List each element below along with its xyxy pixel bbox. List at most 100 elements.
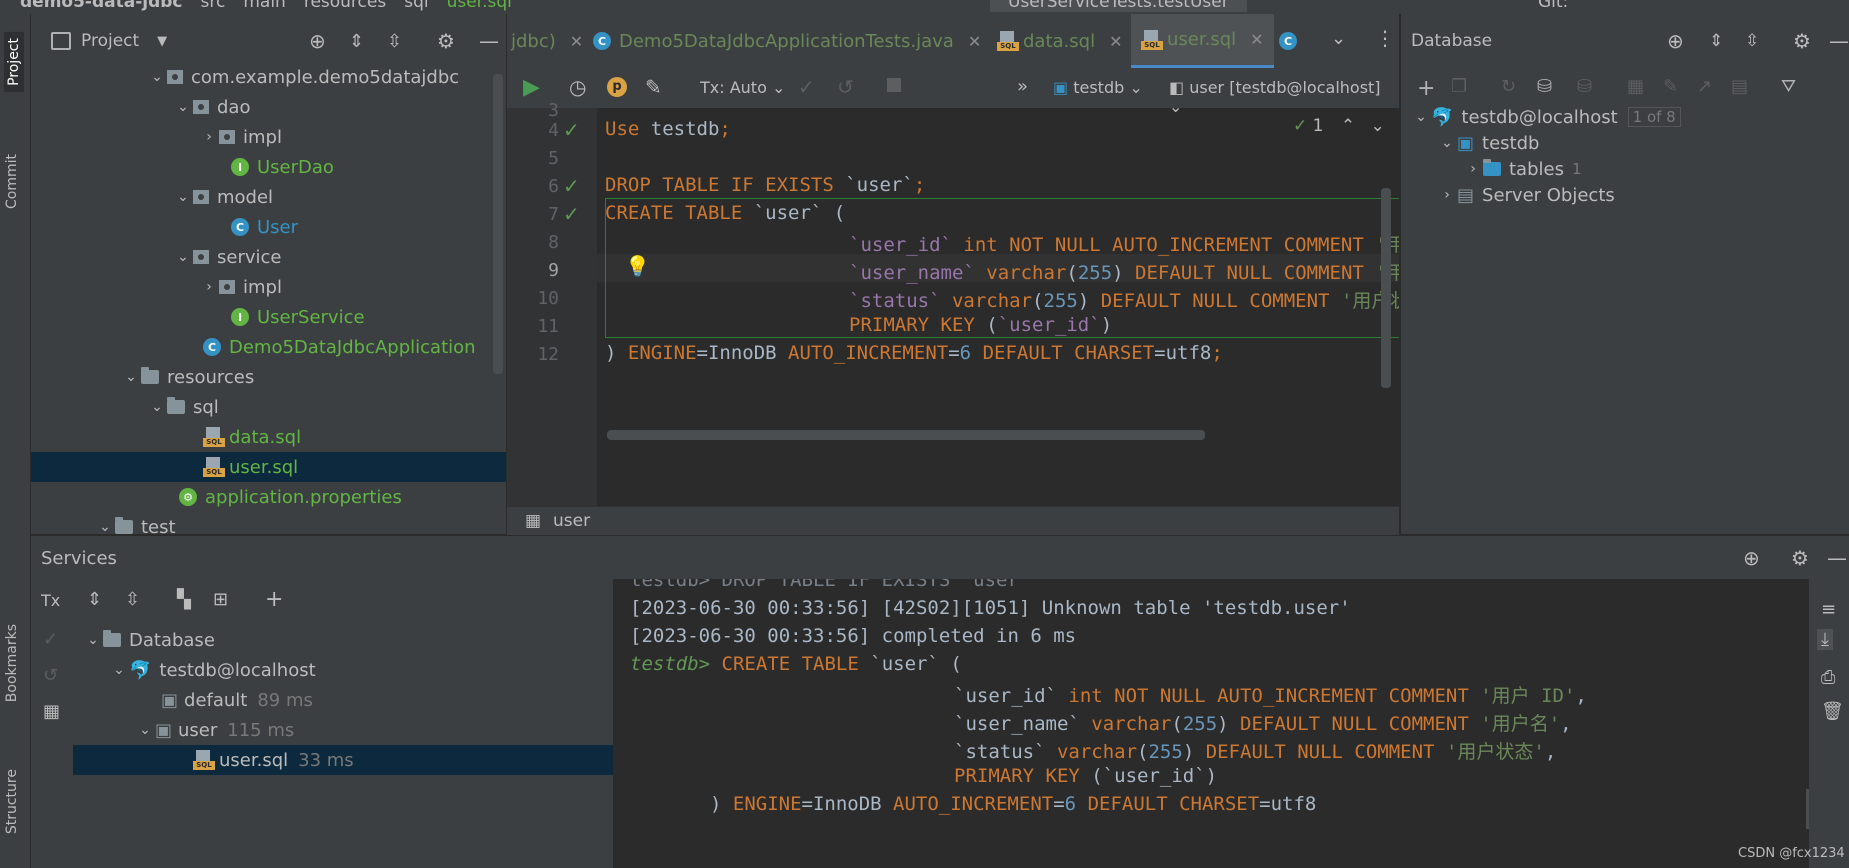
print-icon[interactable]: ⎙ (1821, 667, 1835, 688)
group-icon[interactable]: ▚ (177, 589, 191, 610)
db-tree-server-objects[interactable]: › ▤ Server Objects (1437, 180, 1615, 210)
trash-icon[interactable]: 🗑 (1821, 701, 1844, 722)
breadcrumb-file[interactable]: user.sql (447, 0, 512, 12)
tree-item-userservice[interactable]: I UserService (231, 302, 365, 332)
tree-item-user-class[interactable]: C User (231, 212, 298, 242)
tx-mode-selector[interactable]: Tx: Auto ⌄ (700, 78, 785, 97)
close-icon[interactable]: ✕ (968, 32, 981, 51)
tab-bookmarks[interactable]: Bookmarks (4, 624, 20, 702)
services-item-user-sql[interactable]: SQL user.sql 33 ms (73, 745, 613, 775)
chevron-down-icon[interactable]: ⌄ (121, 369, 141, 385)
close-icon[interactable]: ✕ (1109, 32, 1122, 51)
chevron-down-icon[interactable]: ⌄ (173, 99, 193, 115)
new-tab-icon[interactable]: ⊞ (213, 589, 228, 610)
tree-item-package-root[interactable]: ⌄ com.example.demo5datajdbc (147, 62, 459, 92)
tree-item-service[interactable]: ⌄ service (173, 242, 281, 272)
tree-item-application-properties[interactable]: ⚙ application.properties (179, 482, 402, 512)
chevron-down-icon[interactable]: ▼ (157, 34, 167, 49)
target-icon[interactable]: ⊕ (309, 29, 326, 53)
tree-item-dao-impl[interactable]: › impl (199, 122, 282, 152)
collapse-all-icon[interactable]: ⇳ (125, 589, 140, 610)
run-config-selector[interactable]: UserServiceTests.testUser (990, 0, 1247, 12)
result-tab-user[interactable]: user (553, 511, 590, 531)
tree-item-sql[interactable]: ⌄ sql (147, 392, 219, 422)
gear-icon[interactable]: ⚙ (1791, 546, 1809, 570)
tree-item-userdao[interactable]: I UserDao (231, 152, 334, 182)
chevron-right-icon[interactable]: › (199, 279, 219, 295)
breadcrumb-src[interactable]: src (201, 0, 226, 12)
target-icon[interactable]: ⊕ (1743, 546, 1760, 570)
tree-item-user-sql[interactable]: SQL user.sql (31, 452, 506, 482)
tx-icon[interactable]: Tx (41, 591, 60, 610)
services-item-default[interactable]: ▣ default 89 ms (161, 685, 313, 715)
chevron-down-icon[interactable]: ⌄ (1331, 28, 1346, 49)
tab-jdbc[interactable]: jdbc) ✕ (511, 14, 583, 68)
tree-item-data-sql[interactable]: SQL data.sql (203, 422, 301, 452)
chevron-down-icon[interactable]: ⌄ (147, 399, 167, 415)
tab-more[interactable]: C (1279, 14, 1305, 68)
services-item-database[interactable]: ⌄ Database (83, 625, 215, 655)
tab-commit[interactable]: Commit (4, 154, 20, 209)
breadcrumb-sql[interactable]: sql (404, 0, 428, 12)
expand-all-icon[interactable]: ⇕ (1709, 31, 1723, 51)
breadcrumb-project[interactable]: demo5-data-jdbc (20, 0, 183, 12)
tab-application-tests[interactable]: C Demo5DataJdbcApplicationTests.java ✕ (593, 14, 981, 68)
chevron-down-icon[interactable]: ⌄ (95, 519, 115, 535)
target-icon[interactable]: ⊕ (1667, 29, 1684, 53)
tree-item-application[interactable]: C Demo5DataJdbcApplication (203, 332, 476, 362)
expand-all-icon[interactable]: ⇕ (87, 589, 102, 610)
minimize-icon[interactable]: — (1829, 29, 1849, 53)
soft-wrap-icon[interactable]: ≡ (1821, 599, 1836, 620)
tree-item-dao[interactable]: ⌄ dao (173, 92, 250, 122)
code-area[interactable]: 💡 Use testdb; DROP TABLE IF EXISTS `user… (597, 108, 1399, 506)
chevron-down-icon[interactable]: ⌄ (135, 722, 155, 738)
gear-icon[interactable]: ⚙ (437, 29, 455, 53)
minimize-icon[interactable]: — (1827, 546, 1847, 570)
tab-data-sql[interactable]: SQL data.sql ✕ (997, 14, 1122, 68)
tree-item-model[interactable]: ⌄ model (173, 182, 273, 212)
filter-icon[interactable]: ⛛ (1781, 76, 1796, 97)
chevron-down-icon[interactable]: ⌄ (173, 249, 193, 265)
scroll-to-end-icon[interactable]: ⤓ (1817, 629, 1833, 650)
schema-selector[interactable]: ▣ testdb ⌄ (1053, 78, 1143, 97)
expand-all-icon[interactable]: ⇕ (349, 31, 364, 52)
tab-user-sql[interactable]: SQL user.sql ✕ (1131, 14, 1274, 68)
layout-icon[interactable]: ▦ (43, 701, 60, 722)
close-icon[interactable]: ✕ (570, 32, 583, 51)
chevron-right-icon[interactable]: › (1437, 187, 1457, 203)
services-item-datasource[interactable]: ⌄ 🐬 testdb@localhost (109, 655, 316, 685)
gear-icon[interactable]: ⚙ (1793, 29, 1811, 53)
chevron-down-icon[interactable]: ⌄ (147, 69, 167, 85)
double-chevron-icon[interactable]: » (1017, 76, 1028, 97)
inspection-widget[interactable]: ✓ 1 ⌃ ⌄ (1293, 116, 1385, 136)
vertical-scrollbar[interactable] (1381, 188, 1391, 388)
chevron-up-icon[interactable]: ⌃ (1341, 116, 1355, 136)
lightbulb-icon[interactable]: 💡 (625, 254, 650, 278)
schema-sync-icon[interactable]: ⛁ (1537, 76, 1552, 97)
chevron-down-icon[interactable]: ⌄ (109, 662, 129, 678)
breadcrumb-main[interactable]: main (243, 0, 285, 12)
services-item-user[interactable]: ⌄ ▣ user 115 ms (135, 715, 294, 745)
chevron-down-icon[interactable]: ⌄ (1371, 116, 1385, 136)
tree-item-resources[interactable]: ⌄ resources (121, 362, 254, 392)
tree-item-service-impl[interactable]: › impl (199, 272, 282, 302)
history-icon[interactable]: ◷ (569, 75, 586, 99)
tab-project[interactable]: Project (4, 32, 24, 92)
wrench-icon[interactable]: ✎ (645, 75, 662, 99)
tab-structure[interactable]: Structure (4, 769, 20, 834)
add-service-icon[interactable]: + (265, 587, 283, 612)
chevron-down-icon[interactable]: ⌄ (83, 632, 103, 648)
breadcrumb-resources[interactable]: resources (304, 0, 386, 12)
execute-icon[interactable]: ▶ (523, 75, 540, 100)
close-icon[interactable]: ✕ (1250, 30, 1263, 49)
profile-icon[interactable]: p (607, 77, 627, 97)
minimize-icon[interactable]: — (479, 29, 499, 53)
query-console-output[interactable]: testdb> DROP TABLE IF EXISTS `user` [202… (614, 579, 1809, 868)
chevron-right-icon[interactable]: › (1463, 161, 1483, 177)
collapse-all-icon[interactable]: ⇳ (1745, 31, 1759, 51)
collapse-all-icon[interactable]: ⇳ (387, 31, 402, 52)
horizontal-scrollbar[interactable] (607, 430, 1205, 440)
chevron-down-icon[interactable]: ⌄ (173, 189, 193, 205)
chevron-down-icon[interactable]: ⌄ (1437, 135, 1457, 151)
chevron-down-icon[interactable]: ⌄ (1411, 109, 1431, 125)
